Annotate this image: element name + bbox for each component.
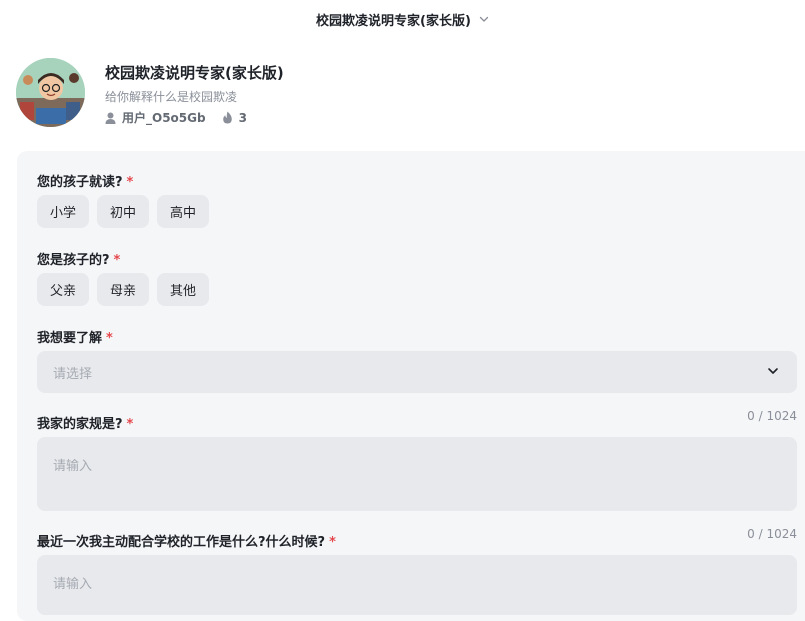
top-bar-title: 校园欺凌说明专家(家长版) [316,13,471,29]
school-cooperation-counter: 0 / 1024 [747,527,797,541]
form-panel: 您的孩子就读? * 小学 初中 高中 您是孩子的? * 父亲 母亲 其他 我想要了解… [17,151,805,621]
option-father[interactable]: 父亲 [37,273,90,306]
topic-select-placeholder: 请选择 [53,366,93,382]
bot-header: 校园欺凌说明专家(家长版) 给你解释什么是校园欺凌 用户_O5o5Gb 3 [16,58,796,128]
option-senior-high[interactable]: 高中 [157,195,210,228]
user-icon [105,112,116,124]
house-rules-placeholder: 请输入 [53,459,93,474]
option-other[interactable]: 其他 [157,273,210,306]
house-rules-input[interactable]: 请输入 [37,437,797,511]
house-rules-counter: 0 / 1024 [747,409,797,423]
chevron-down-icon[interactable] [479,14,489,24]
required-mark: * [106,331,113,346]
bot-avatar [16,58,85,127]
required-mark: * [113,253,121,268]
school-cooperation-placeholder: 请输入 [53,577,93,592]
question-label-school-cooperation: 最近一次我主动配合学校的工作是什么?什么时候? * [37,535,336,550]
option-primary-school[interactable]: 小学 [37,195,90,228]
question-label-relation: 您是孩子的? * [37,253,121,268]
bot-popularity: 3 [238,110,247,125]
bot-description: 给你解释什么是校园欺凌 [105,90,238,104]
relation-options: 父亲 母亲 其他 [37,273,210,306]
top-bar[interactable]: 校园欺凌说明专家(家长版) [0,0,805,38]
required-mark: * [126,175,134,190]
question-label-topic: 我想要了解 * [37,331,113,346]
option-junior-high[interactable]: 初中 [97,195,150,228]
school-cooperation-input[interactable]: 请输入 [37,555,797,615]
flame-icon [222,111,233,124]
required-mark: * [126,417,134,432]
bot-author[interactable]: 用户_O5o5Gb [122,109,206,126]
bot-name: 校园欺凌说明专家(家长版) [105,64,284,82]
bot-meta: 用户_O5o5Gb 3 [105,109,247,126]
chevron-down-icon[interactable] [767,365,779,377]
option-mother[interactable]: 母亲 [97,273,150,306]
school-options: 小学 初中 高中 [37,195,210,228]
question-label-school: 您的孩子就读? * [37,175,134,190]
required-mark: * [329,535,336,550]
question-label-house-rules: 我家的家规是? * [37,417,134,432]
topic-select[interactable]: 请选择 [37,351,797,393]
